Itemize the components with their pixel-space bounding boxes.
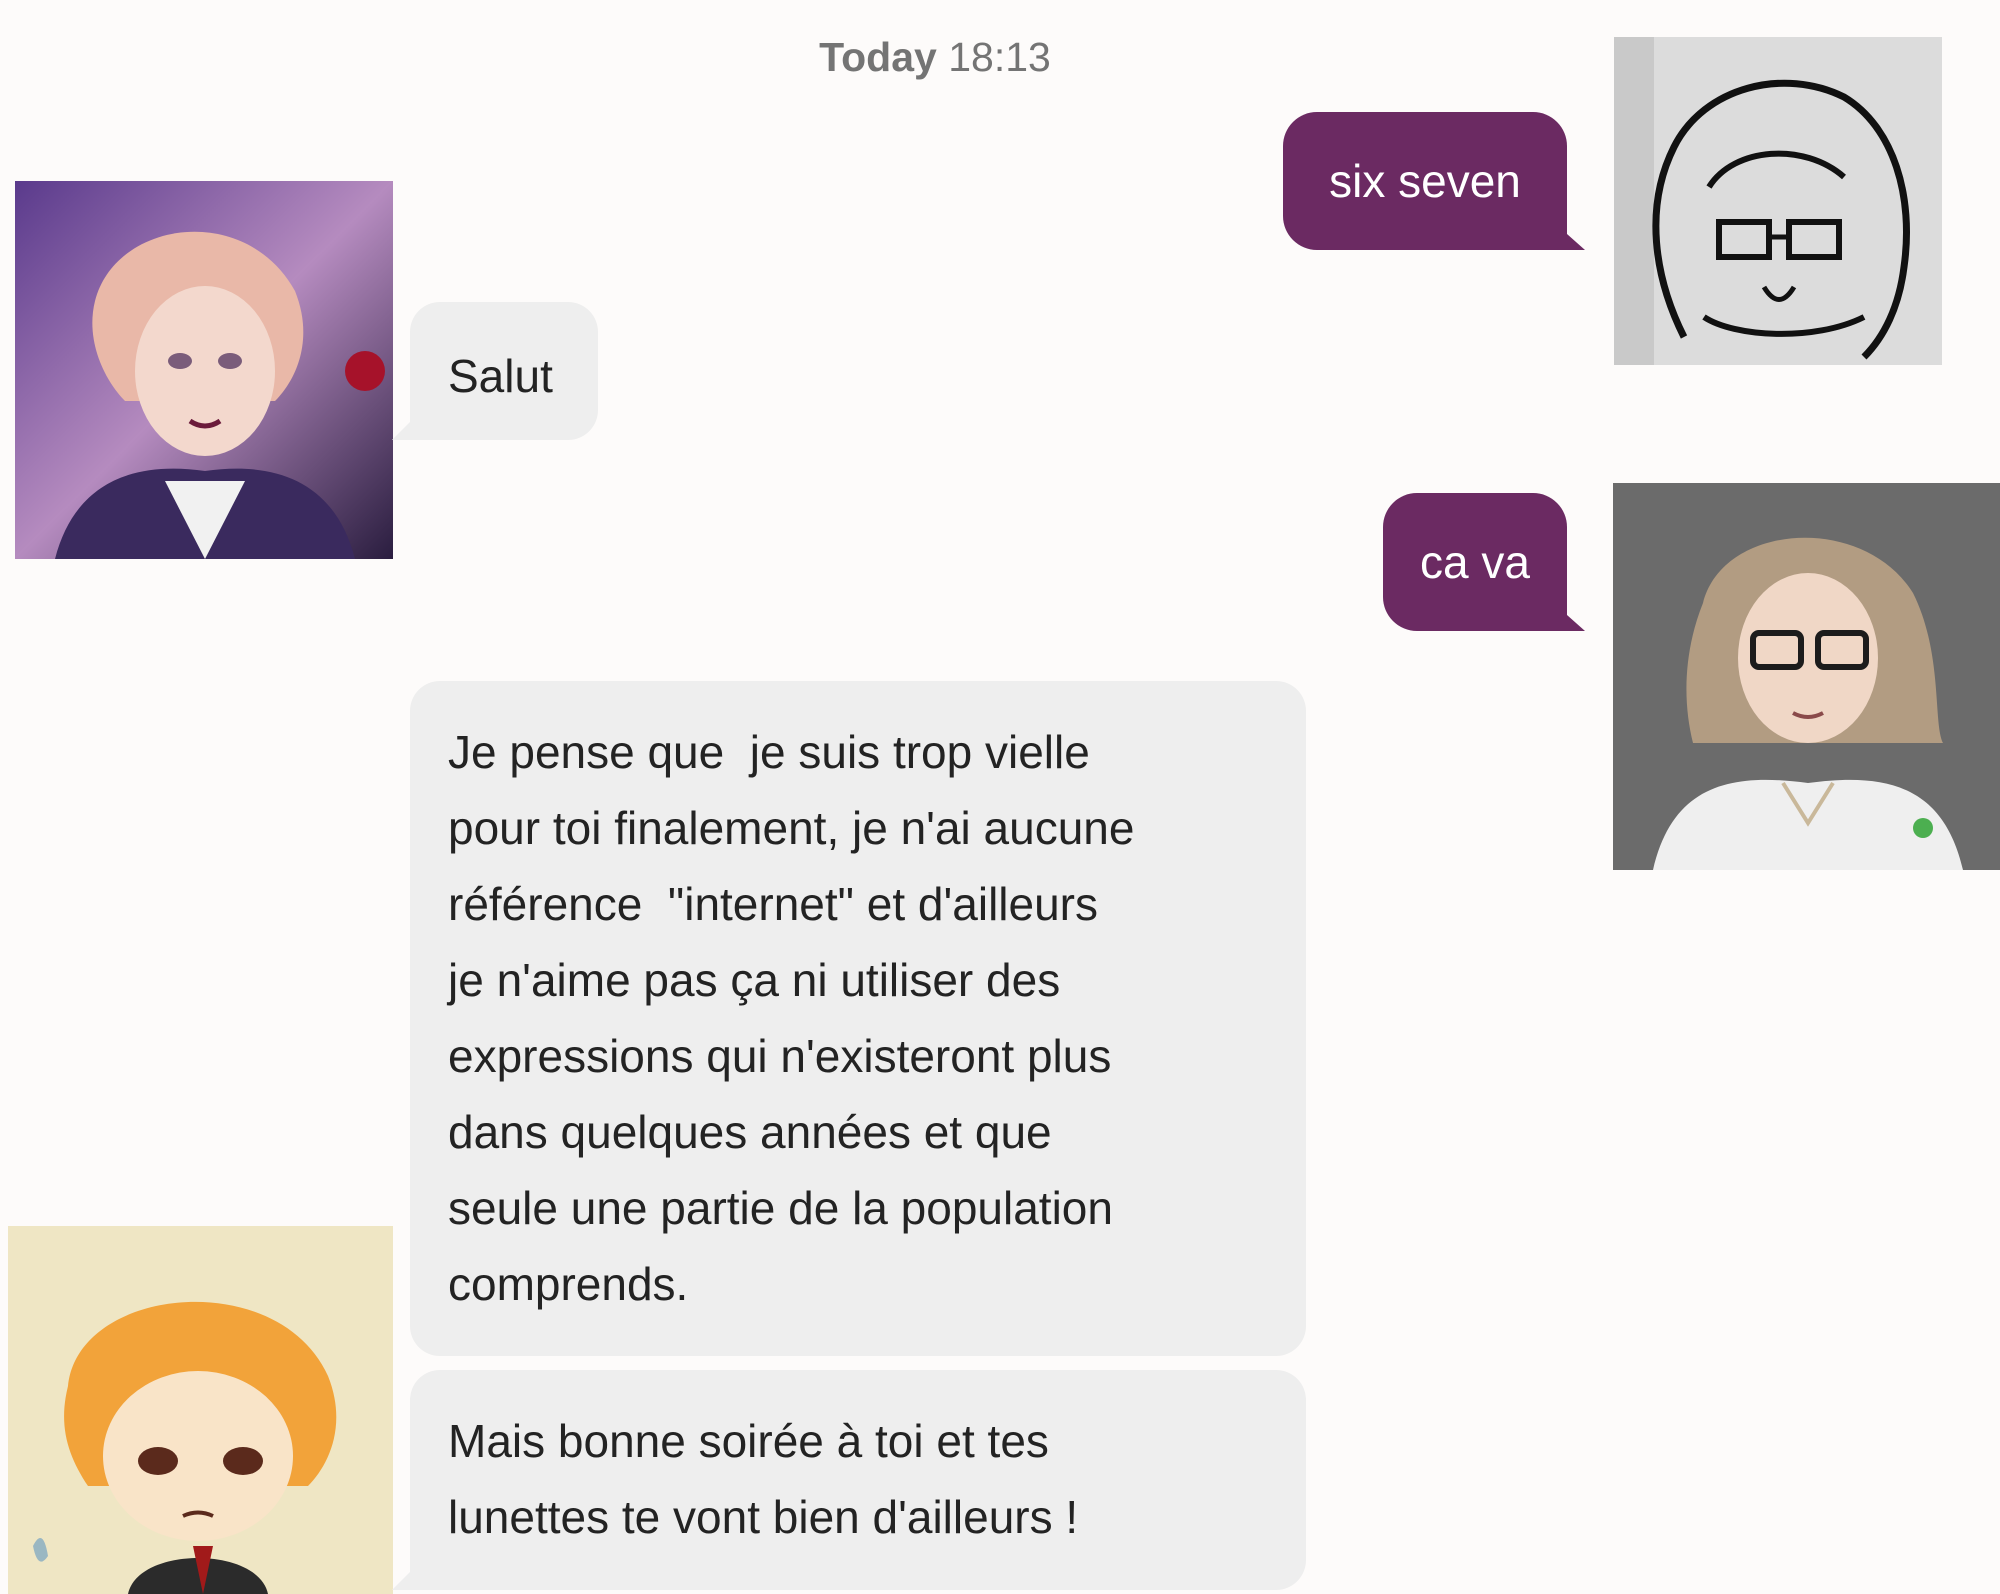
bubble-tail (1567, 234, 1585, 250)
message-text: Mais bonne soirée à toi et tes lunettes … (448, 1415, 1079, 1543)
drawn-avatar-glasses[interactable] (1613, 483, 2000, 870)
incoming-message-bubble[interactable]: Salut (410, 302, 598, 440)
outgoing-message-bubble[interactable]: six seven (1283, 112, 1567, 250)
timestamp-time: 18:13 (948, 34, 1051, 80)
bubble-tail (392, 1570, 412, 1590)
timestamp-day: Today (819, 34, 937, 80)
anime-avatar-purple[interactable] (15, 181, 393, 559)
bubble-tail (1567, 615, 1585, 631)
chibi-avatar-orange[interactable] (8, 1226, 393, 1594)
bubble-tail (392, 420, 412, 440)
outgoing-message-bubble[interactable]: ca va (1383, 493, 1567, 631)
message-text: Je pense que je suis trop vielle pour to… (448, 726, 1135, 1310)
date-separator: Today 18:13 (0, 34, 1870, 81)
message-text: Salut (448, 350, 553, 402)
incoming-message-bubble[interactable]: Mais bonne soirée à toi et tes lunettes … (410, 1370, 1306, 1590)
message-text: six seven (1329, 155, 1521, 207)
message-text: ca va (1420, 536, 1530, 588)
incoming-message-bubble[interactable]: Je pense que je suis trop vielle pour to… (410, 681, 1306, 1356)
chat-thread: Today 18:13 six seven Salut ca va Je pen… (0, 0, 2000, 1594)
sketch-avatar[interactable] (1614, 37, 1942, 365)
